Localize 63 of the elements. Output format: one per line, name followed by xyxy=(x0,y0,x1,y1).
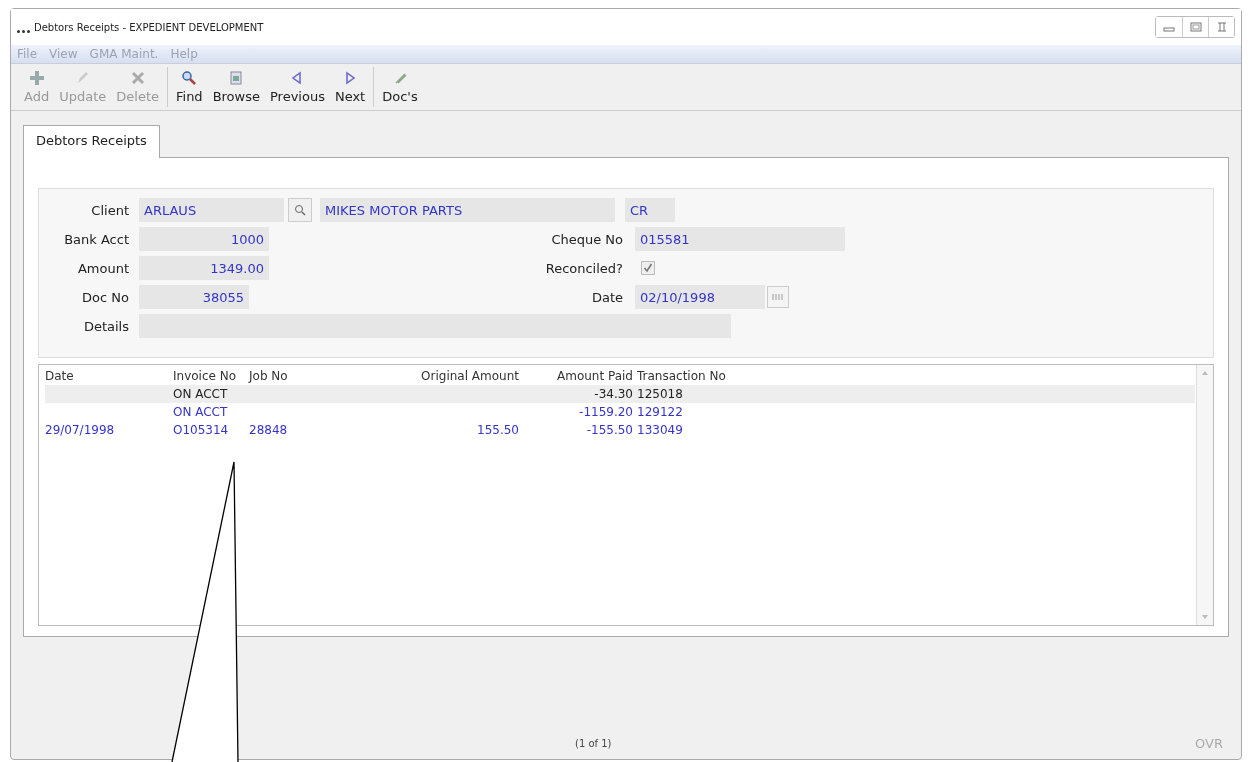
field-label: Date xyxy=(590,289,624,305)
column-header[interactable]: Amount Paid xyxy=(523,369,637,383)
table-cell: -155.50 xyxy=(586,423,633,437)
table-row[interactable]: ON ACCT -34.30 125018 xyxy=(45,385,1195,403)
search-icon xyxy=(294,204,306,216)
calendar-icon xyxy=(771,293,785,301)
doc-number-field[interactable]: 38055 xyxy=(139,285,249,309)
field-label: Amount xyxy=(76,260,130,276)
client-name-field[interactable]: MIKES MOTOR PARTS xyxy=(320,198,615,222)
table-cell: ON ACCT xyxy=(173,387,228,401)
column-header[interactable]: Invoice No xyxy=(173,369,249,383)
cheque-number-field[interactable]: 015581 xyxy=(635,227,845,251)
reconciled-checkbox[interactable] xyxy=(641,261,655,275)
toolbar-button[interactable]: Next xyxy=(329,70,371,104)
client-type-field[interactable]: CR xyxy=(625,198,675,222)
search-button[interactable] xyxy=(288,198,312,222)
column-header[interactable]: Job No xyxy=(249,369,329,383)
plus-icon xyxy=(28,70,45,86)
table-cell: ON ACCT xyxy=(173,405,228,419)
client-code-field[interactable]: ARLAUS xyxy=(139,198,284,222)
tab[interactable]: Debtors Receipts xyxy=(23,125,160,158)
column-header[interactable]: Transaction No xyxy=(637,369,767,383)
field-label: Client xyxy=(90,202,130,218)
column-header[interactable]: Date xyxy=(45,369,173,383)
maximize-icon xyxy=(1189,22,1202,32)
window-title: Debtors Receipts - EXPEDIENT DEVELOPMENT xyxy=(34,21,264,33)
cross-icon xyxy=(129,70,146,86)
table-cell: 133049 xyxy=(637,423,683,437)
table-row[interactable]: ON ACCT -1159.20 129122 xyxy=(45,403,1195,421)
toolbar-button[interactable]: Find xyxy=(171,70,208,104)
table-cell: -34.30 xyxy=(594,387,633,401)
check-icon xyxy=(643,263,653,273)
scroll-up-icon xyxy=(1202,371,1208,375)
record-count: (1 of 1) xyxy=(575,738,612,749)
field-label: Reconciled? xyxy=(544,260,624,276)
column-header[interactable]: Original Amount xyxy=(329,369,523,383)
table-cell: -1159.20 xyxy=(579,405,633,419)
toolbar-button[interactable]: Doc's xyxy=(377,70,423,104)
close-button[interactable] xyxy=(1208,17,1234,37)
date-field[interactable]: 02/10/1998 xyxy=(635,285,765,309)
scroll-down-icon xyxy=(1202,615,1208,619)
field-label: Cheque No xyxy=(550,231,624,247)
amount-field[interactable]: 1349.00 xyxy=(139,256,269,280)
document-icon xyxy=(228,70,245,86)
toolbar-button[interactable]: Browse xyxy=(207,70,265,104)
table-cell: 125018 xyxy=(637,387,683,401)
field-label: Doc No xyxy=(81,289,130,305)
calendar-button[interactable] xyxy=(767,286,789,308)
field-label: Bank Acct xyxy=(63,231,130,247)
scrollbar[interactable] xyxy=(1196,365,1213,625)
table-cell: 129122 xyxy=(637,405,683,419)
app-icon xyxy=(17,30,30,33)
table-cell: 28848 xyxy=(249,423,288,437)
table-cell: O105314 xyxy=(173,423,229,437)
close-icon xyxy=(1215,22,1228,32)
insert-mode-indicator: OVR xyxy=(1195,736,1223,751)
bank-account-field[interactable]: 1000 xyxy=(139,227,269,251)
field-label: Details xyxy=(82,318,130,334)
search-icon xyxy=(181,70,198,86)
table-row[interactable]: 29/07/1998 O105314 28848 155.50 -155.50 133049 xyxy=(45,421,1195,439)
toolbar-button[interactable]: Previous xyxy=(264,70,330,104)
table-cell: 155.50 xyxy=(477,423,519,437)
table-cell: 29/07/1998 xyxy=(45,423,115,437)
